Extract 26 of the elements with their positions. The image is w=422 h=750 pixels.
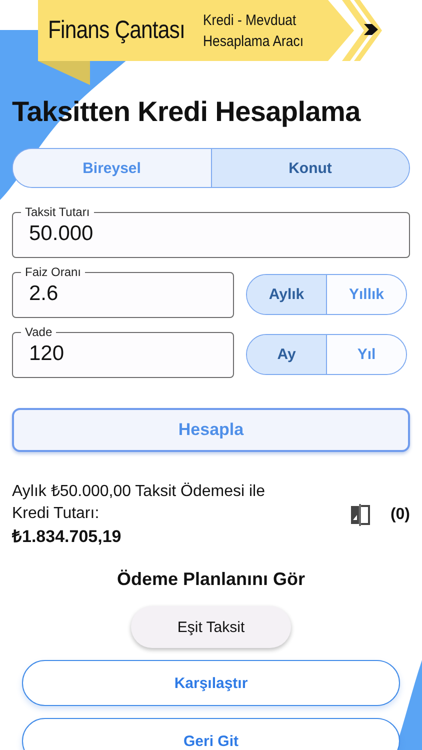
unit-toggle[interactable]: Ay: [247, 335, 326, 374]
action-button[interactable]: Hesapla: [12, 408, 410, 452]
unit-toggle[interactable]: Aylık: [247, 275, 326, 314]
text-field[interactable]: Faiz Oranı 2.6: [12, 266, 234, 318]
app-subtitle: Hesaplama Aracı: [203, 32, 304, 52]
action-button[interactable]: Geri Git: [22, 718, 400, 750]
unit-toggle[interactable]: Yıl: [326, 335, 406, 374]
unit-toggle[interactable]: Yıllık: [326, 275, 406, 314]
field-label: Vade: [24, 326, 54, 338]
section-heading: Ödeme Planlanını Gör: [116, 569, 306, 590]
app-subtitle: Kredi - Mevduat: [203, 10, 298, 30]
segment-tab[interactable]: Konut: [210, 149, 409, 187]
field-label: Taksit Tutarı: [24, 206, 91, 218]
arrow-icon: [364, 24, 378, 35]
action-button[interactable]: Eşit Taksit: [131, 606, 291, 648]
field-label: Faiz Oranı: [24, 266, 82, 278]
chevron-stripes-drawing: [342, 0, 382, 61]
app-title: Finans Çantası: [48, 16, 185, 45]
compare-count: (0): [390, 506, 410, 524]
result-text: Aylık ₺50.000,00 Taksit Ödemesi ile Kredi Tutarı:: [12, 482, 266, 524]
text-field[interactable]: Vade 120: [12, 326, 234, 378]
loan-amount: ₺1.834.705,19: [12, 526, 122, 548]
action-button[interactable]: Karşılaştır: [22, 660, 400, 706]
compare-icon[interactable]: [350, 504, 370, 526]
text-field[interactable]: Taksit Tutarı 50.000: [12, 206, 410, 258]
banner-tail: [38, 61, 90, 85]
